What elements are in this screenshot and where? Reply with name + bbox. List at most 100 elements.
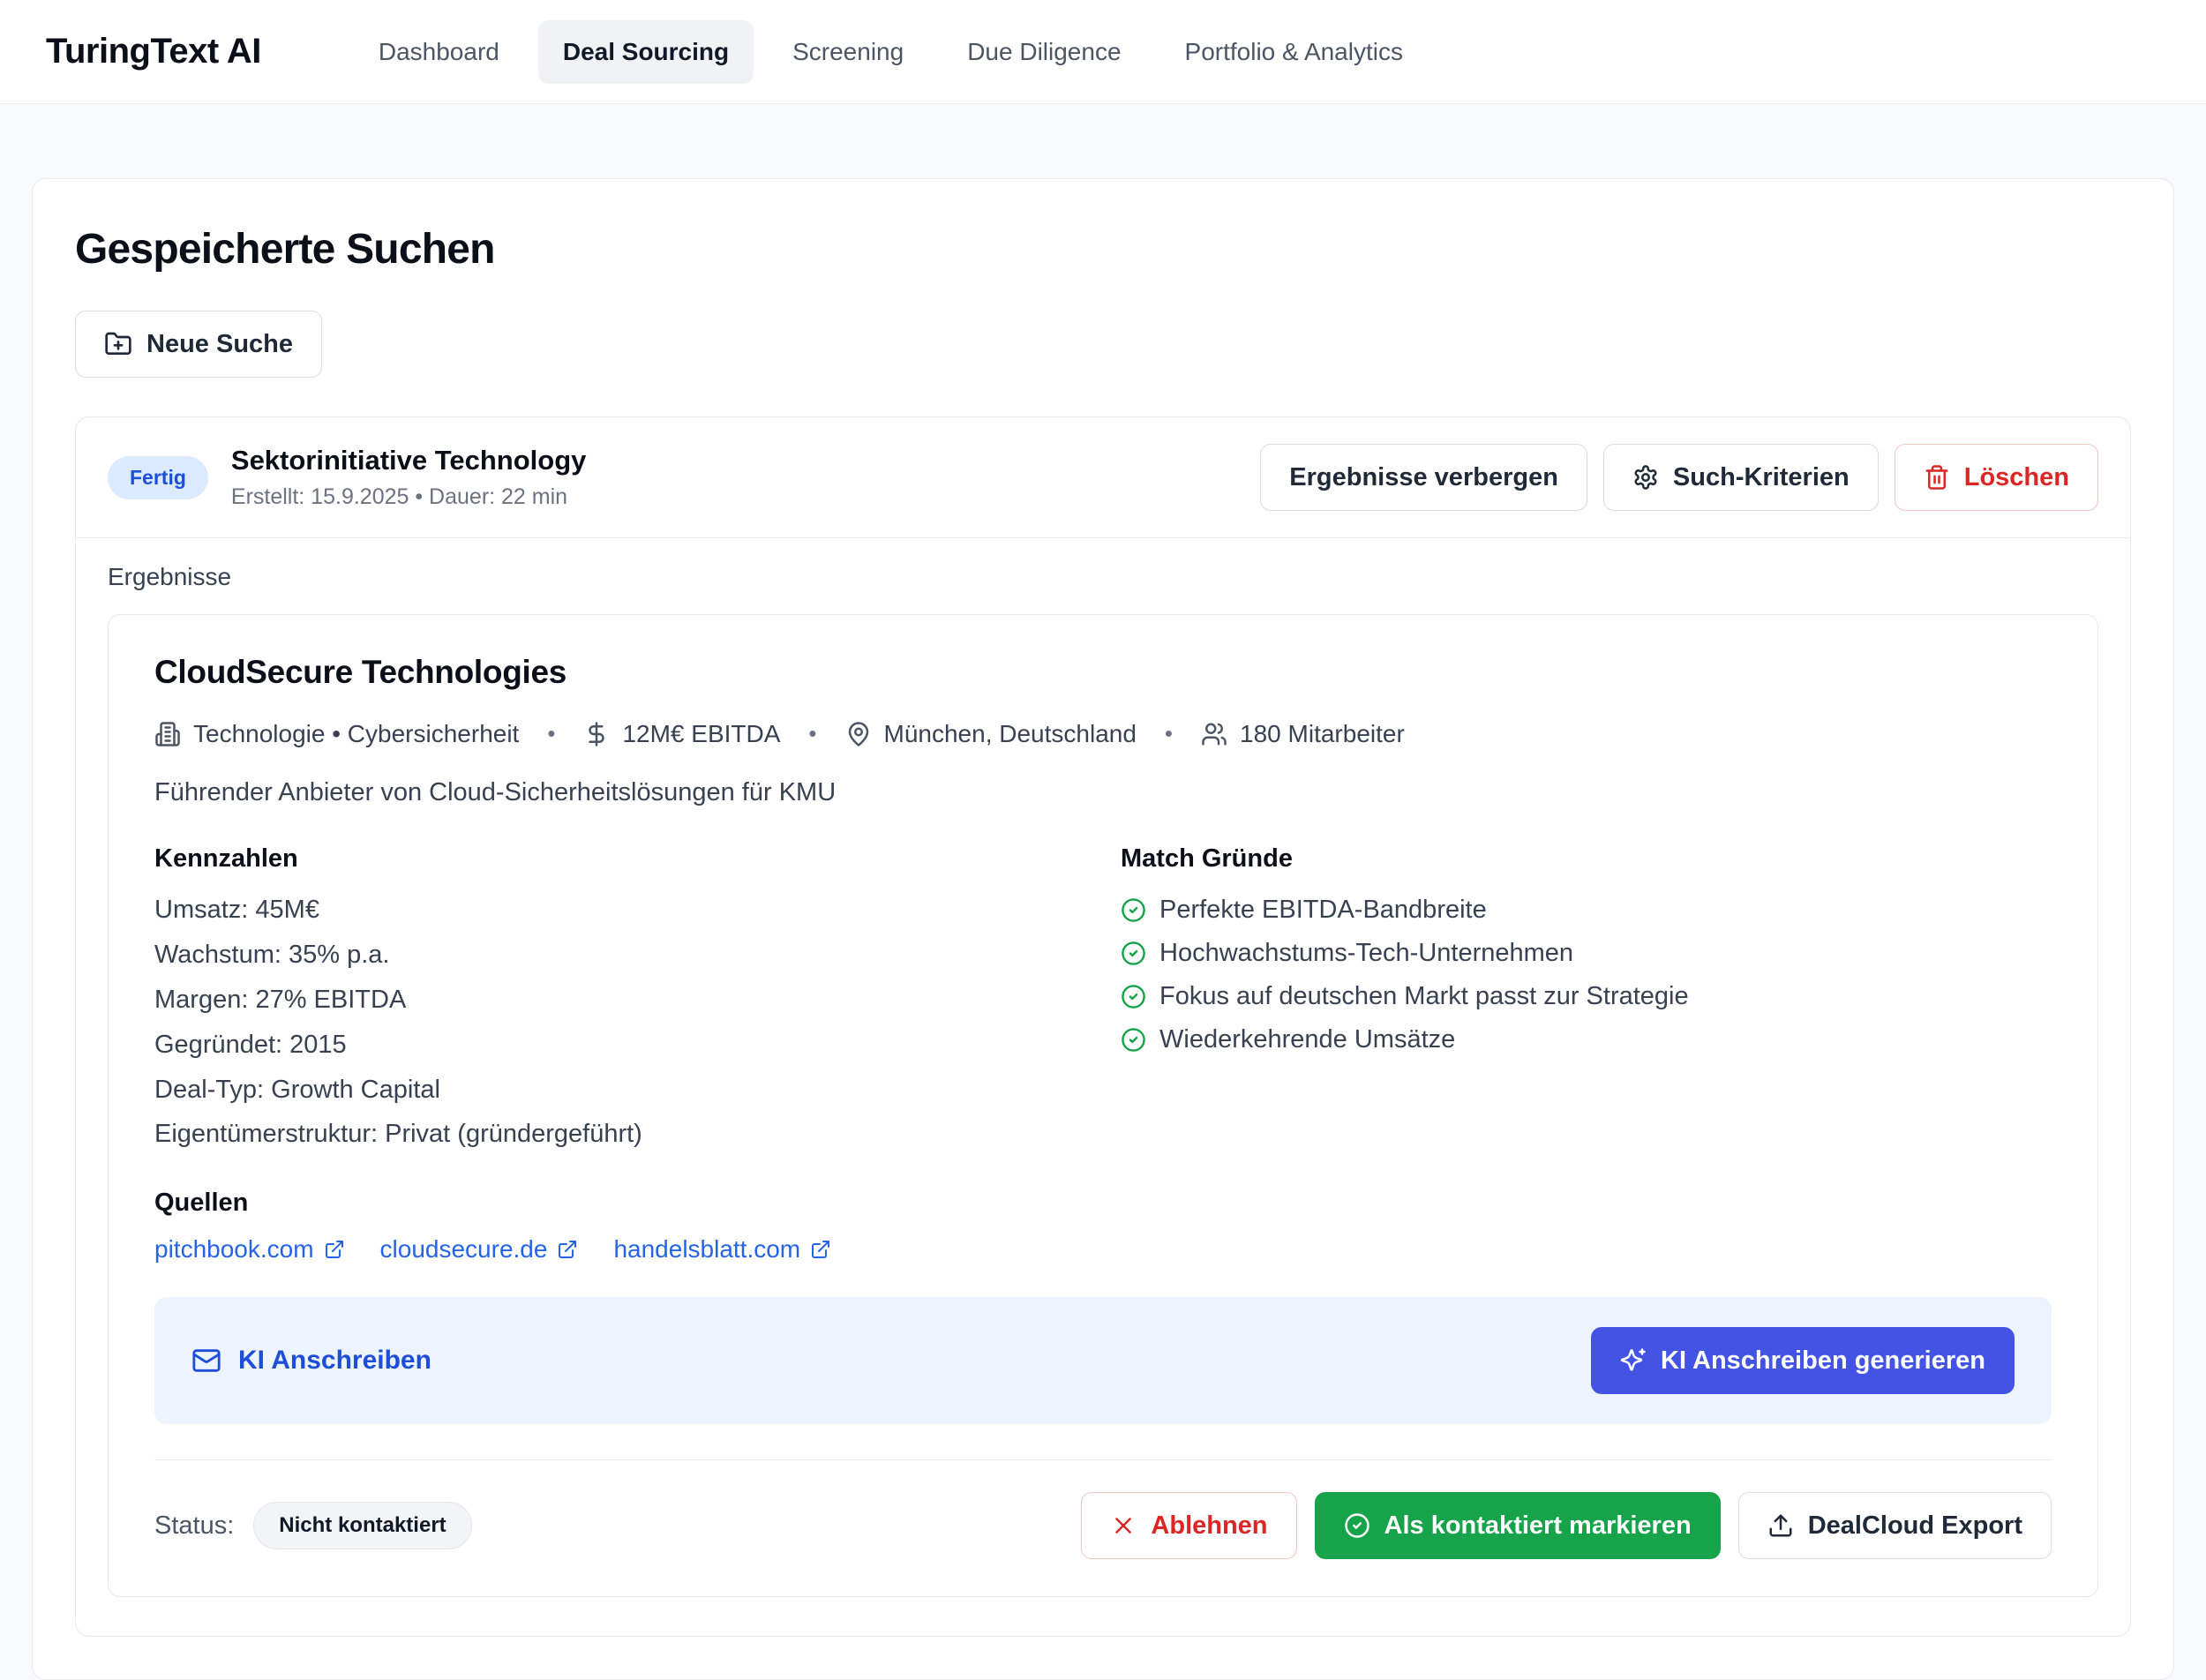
- source-link-text: pitchbook.com: [154, 1235, 314, 1264]
- map-pin-icon: [845, 721, 872, 747]
- meta-separator: •: [1165, 720, 1173, 747]
- delete-search-button[interactable]: Löschen: [1895, 444, 2098, 511]
- kpi-item: Umsatz: 45M€: [154, 895, 1085, 926]
- kpi-list: Umsatz: 45M€ Wachstum: 35% p.a. Margen: …: [154, 895, 1085, 1150]
- generate-outreach-label: KI Anschreiben generieren: [1661, 1348, 1985, 1374]
- main-nav: Dashboard Deal Sourcing Screening Due Di…: [354, 20, 1428, 84]
- saved-search-meta: Erstellt: 15.9.2025 • Dauer: 22 min: [231, 484, 587, 510]
- x-icon: [1110, 1512, 1137, 1539]
- match-item: Wiederkehrende Umsätze: [1121, 1024, 2052, 1055]
- check-circle-icon: [1121, 941, 1146, 966]
- top-navigation-bar: TuringText AI Dashboard Deal Sourcing Sc…: [0, 0, 2206, 104]
- match-item-text: Perfekte EBITDA-Bandbreite: [1159, 895, 1487, 926]
- users-icon: [1201, 721, 1227, 747]
- company-result-card: CloudSecure Technologies Technologie • C…: [108, 614, 2098, 1597]
- saved-search-titles: Sektorinitiative Technology Erstellt: 15…: [231, 445, 587, 510]
- upload-icon: [1767, 1512, 1794, 1539]
- source-link-text: cloudsecure.de: [380, 1235, 548, 1264]
- check-circle-icon: [1121, 984, 1146, 1009]
- company-location: München, Deutschland: [845, 719, 1137, 749]
- nav-item-due-diligence[interactable]: Due Diligence: [942, 20, 1145, 84]
- results-section: Ergebnisse CloudSecure Technologies Tech…: [76, 538, 2130, 1636]
- results-label: Ergebnisse: [108, 563, 2098, 591]
- company-ebitda: 12M€ EBITDA: [583, 719, 780, 749]
- match-item-text: Hochwachstums-Tech-Unternehmen: [1159, 938, 1573, 969]
- check-circle-icon: [1344, 1512, 1370, 1539]
- source-link-handelsblatt[interactable]: handelsblatt.com: [613, 1235, 831, 1264]
- source-link-cloudsecure[interactable]: cloudsecure.de: [380, 1235, 579, 1264]
- match-column: Match Gründe Perfekte EBITDA-Bandbreite …: [1121, 844, 2052, 1150]
- company-employees-text: 180 Mitarbeiter: [1240, 719, 1405, 749]
- dollar-icon: [583, 721, 610, 747]
- company-description: Führender Anbieter von Cloud-Sicherheits…: [154, 777, 2052, 808]
- gear-icon: [1632, 464, 1659, 491]
- new-search-label: Neue Suche: [146, 332, 293, 357]
- match-item-text: Wiederkehrende Umsätze: [1159, 1024, 1455, 1055]
- check-circle-icon: [1121, 1027, 1146, 1053]
- external-link-icon: [324, 1239, 345, 1260]
- kpi-item: Margen: 27% EBITDA: [154, 985, 1085, 1016]
- nav-item-screening[interactable]: Screening: [768, 20, 928, 84]
- nav-item-deal-sourcing[interactable]: Deal Sourcing: [538, 20, 754, 84]
- delete-search-label: Löschen: [1964, 465, 2069, 491]
- building-icon: [154, 721, 181, 747]
- saved-search-title: Sektorinitiative Technology: [231, 445, 587, 476]
- meta-separator: •: [808, 720, 816, 747]
- mark-contacted-label: Als kontaktiert markieren: [1384, 1513, 1692, 1539]
- company-name: CloudSecure Technologies: [154, 654, 2052, 691]
- match-item-text: Fokus auf deutschen Markt passt zur Stra…: [1159, 981, 1689, 1012]
- company-detail-grid: Kennzahlen Umsatz: 45M€ Wachstum: 35% p.…: [154, 844, 2052, 1150]
- match-list: Perfekte EBITDA-Bandbreite Hochwachstums…: [1121, 895, 2052, 1054]
- dealcloud-export-label: DealCloud Export: [1808, 1513, 2022, 1539]
- meta-separator: •: [547, 720, 555, 747]
- new-search-button[interactable]: Neue Suche: [75, 311, 322, 378]
- page-body: Gespeicherte Suchen Neue Suche Fertig Se…: [0, 104, 2206, 1680]
- app-logo: TuringText AI: [46, 32, 261, 71]
- saved-searches-panel: Gespeicherte Suchen Neue Suche Fertig Se…: [32, 178, 2174, 1680]
- sources-title: Quellen: [154, 1189, 2052, 1218]
- ai-outreach-label: KI Anschreiben: [238, 1346, 431, 1376]
- kpi-item: Eigentümerstruktur: Privat (gründergefüh…: [154, 1119, 1085, 1150]
- generate-outreach-button[interactable]: KI Anschreiben generieren: [1591, 1327, 2015, 1394]
- page-title: Gespeicherte Suchen: [75, 225, 2131, 274]
- match-title: Match Gründe: [1121, 844, 2052, 874]
- nav-item-portfolio-analytics[interactable]: Portfolio & Analytics: [1160, 20, 1428, 84]
- match-item: Hochwachstums-Tech-Unternehmen: [1121, 938, 2052, 969]
- trash-icon: [1924, 464, 1950, 491]
- external-link-icon: [810, 1239, 831, 1260]
- folder-plus-icon: [104, 330, 132, 358]
- check-circle-icon: [1121, 897, 1146, 923]
- saved-search-header: Fertig Sektorinitiative Technology Erste…: [76, 417, 2130, 538]
- sources-links: pitchbook.com cloudsecure.de handelsblat…: [154, 1235, 2052, 1264]
- ai-outreach-panel: KI Anschreiben KI Anschreiben generieren: [154, 1297, 2052, 1424]
- status-badge: Fertig: [108, 456, 208, 499]
- mail-icon: [191, 1346, 221, 1376]
- search-criteria-button[interactable]: Such-Kriterien: [1603, 444, 1879, 511]
- company-sector: Technologie • Cybersicherheit: [154, 719, 519, 749]
- company-status-row: Status: Nicht kontaktiert Ablehnen: [154, 1459, 2052, 1559]
- ai-outreach-label-group: KI Anschreiben: [191, 1346, 431, 1376]
- dealcloud-export-button[interactable]: DealCloud Export: [1738, 1492, 2052, 1559]
- external-link-icon: [557, 1239, 578, 1260]
- source-link-pitchbook[interactable]: pitchbook.com: [154, 1235, 345, 1264]
- kpi-item: Deal-Typ: Growth Capital: [154, 1075, 1085, 1106]
- kpi-item: Gegründet: 2015: [154, 1030, 1085, 1061]
- saved-search-card: Fertig Sektorinitiative Technology Erste…: [75, 416, 2131, 1637]
- mark-contacted-button[interactable]: Als kontaktiert markieren: [1315, 1492, 1721, 1559]
- hide-results-label: Ergebnisse verbergen: [1289, 465, 1558, 491]
- hide-results-button[interactable]: Ergebnisse verbergen: [1260, 444, 1587, 511]
- reject-button[interactable]: Ablehnen: [1081, 1492, 1296, 1559]
- contact-status-badge: Nicht kontaktiert: [253, 1502, 471, 1549]
- company-status-actions: Ablehnen Als kontaktiert markieren: [1081, 1492, 2052, 1559]
- source-link-text: handelsblatt.com: [613, 1235, 800, 1264]
- company-meta-row: Technologie • Cybersicherheit • 12M€ EBI…: [154, 719, 2052, 749]
- sparkles-icon: [1620, 1347, 1647, 1374]
- match-item: Perfekte EBITDA-Bandbreite: [1121, 895, 2052, 926]
- company-location-text: München, Deutschland: [884, 719, 1137, 749]
- saved-search-actions: Ergebnisse verbergen Such-Kriterien Lösc…: [1260, 444, 2098, 511]
- company-sector-text: Technologie • Cybersicherheit: [193, 719, 519, 749]
- company-ebitda-text: 12M€ EBITDA: [622, 719, 780, 749]
- kpi-column: Kennzahlen Umsatz: 45M€ Wachstum: 35% p.…: [154, 844, 1085, 1150]
- status-label: Status:: [154, 1511, 234, 1541]
- nav-item-dashboard[interactable]: Dashboard: [354, 20, 524, 84]
